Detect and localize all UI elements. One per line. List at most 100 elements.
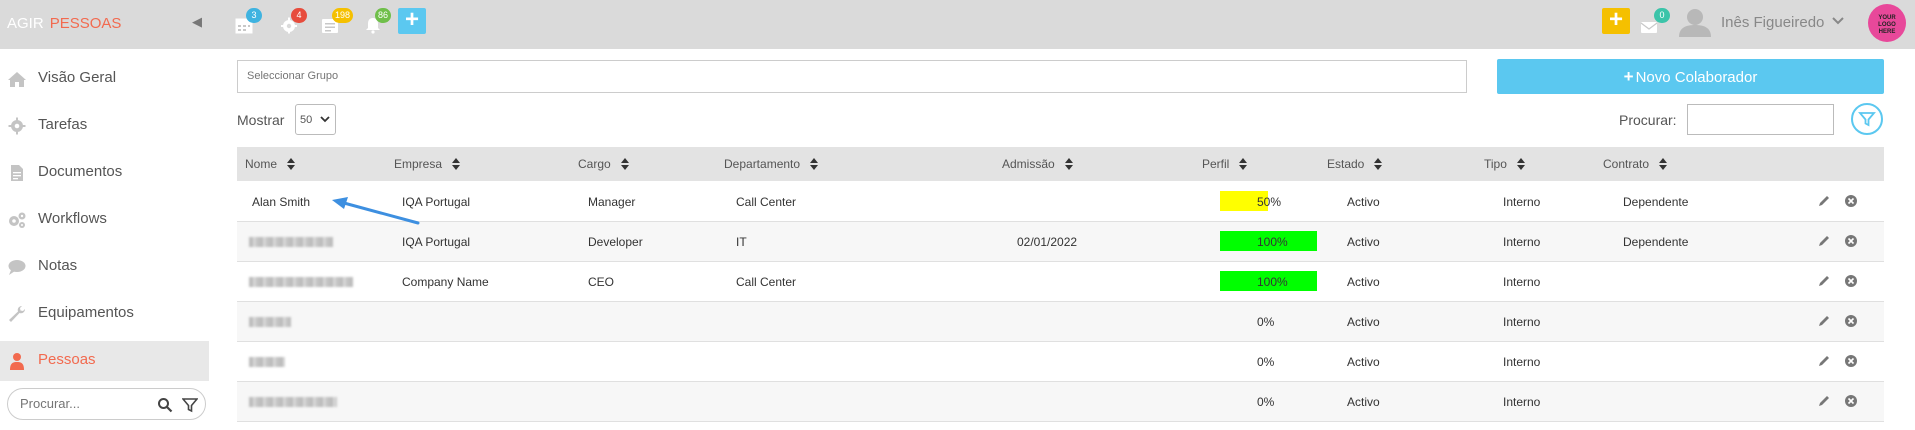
notifications-badge: 86 [375, 8, 392, 23]
sort-icon [1239, 158, 1248, 170]
col-header-cargo[interactable]: Cargo [578, 157, 629, 171]
delete-icon[interactable] [1844, 314, 1858, 328]
gear-icon [8, 117, 26, 135]
tasks-badge: 198 [332, 8, 354, 23]
table-row[interactable]: IQA Portugal Developer IT 02/01/2022 100… [237, 222, 1884, 262]
sidebar-item-equipamentos[interactable]: Equipamentos [0, 294, 209, 334]
filter-icon [1858, 112, 1876, 127]
group-select-input[interactable] [247, 70, 847, 82]
filter-button[interactable] [1851, 103, 1883, 135]
sort-icon [1064, 158, 1073, 170]
user-avatar-icon[interactable] [1677, 7, 1713, 37]
col-header-nome[interactable]: Nome [245, 157, 296, 171]
comment-icon [8, 260, 26, 275]
notifications-button[interactable]: 86 [361, 8, 392, 40]
logo-line-2: LOGO [1878, 22, 1896, 28]
new-employee-button[interactable]: + Novo Colaborador [1497, 59, 1884, 94]
col-header-admissao[interactable]: Admissão [1002, 157, 1073, 171]
cell-tipo: Interno [1503, 235, 1541, 249]
cell-perfil: 0% [1257, 315, 1275, 329]
edit-icon[interactable] [1817, 274, 1831, 288]
edit-icon[interactable] [1817, 394, 1831, 408]
top-bar: AGIR PESSOAS ◀ 3 4 198 86 + + 0 Inês Figu… [0, 0, 1915, 49]
col-header-label: Tipo [1484, 157, 1507, 171]
sidebar-item-tarefas[interactable]: Tarefas [0, 106, 209, 146]
col-header-estado[interactable]: Estado [1327, 157, 1383, 171]
logo-line-3: HERE [1878, 29, 1896, 35]
edit-icon[interactable] [1817, 234, 1831, 248]
col-header-label: Empresa [394, 157, 443, 171]
group-select[interactable] [237, 60, 1467, 93]
redacted-name[interactable] [249, 237, 333, 247]
col-header-label: Cargo [578, 157, 611, 171]
sidebar-item-notas[interactable]: Notas [0, 247, 209, 287]
cell-estado: Activo [1347, 355, 1380, 369]
table-row[interactable]: Company Name CEO Call Center 100% Activo… [237, 262, 1884, 302]
search-icon[interactable] [157, 397, 173, 413]
edit-icon[interactable] [1817, 354, 1831, 368]
cell-perfil: 100% [1257, 235, 1288, 249]
redacted-name[interactable] [249, 357, 285, 367]
col-header-perfil[interactable]: Perfil [1202, 157, 1248, 171]
col-header-tipo[interactable]: Tipo [1484, 157, 1525, 171]
edit-icon[interactable] [1817, 314, 1831, 328]
user-menu[interactable]: Inês Figueiredo [1721, 14, 1844, 31]
sidebar-item-label: Pessoas [38, 351, 96, 368]
sidebar-item-label: Workflows [38, 210, 107, 227]
redacted-name[interactable] [249, 317, 291, 327]
cell-tipo: Interno [1503, 315, 1541, 329]
add-button[interactable]: + [398, 8, 426, 34]
sidebar-item-workflows[interactable]: Workflows [0, 200, 209, 240]
table-row[interactable]: 0% Activo Interno [237, 342, 1884, 382]
sidebar-item-documentos[interactable]: Documentos [0, 153, 209, 193]
cell-contrato: Dependente [1623, 195, 1689, 209]
sidebar-item-label: Tarefas [38, 116, 88, 133]
table-header: Nome Empresa Cargo Departamento Admissão… [237, 147, 1884, 181]
cell-tipo: Interno [1503, 355, 1541, 369]
cell-departamento: Call Center [736, 275, 797, 289]
brand-pessoas: PESSOAS [49, 15, 122, 32]
table-row[interactable]: 0% Activo Interno [237, 382, 1884, 422]
page-size-select[interactable]: 50 [295, 104, 336, 135]
redacted-name[interactable] [249, 277, 353, 287]
filter-icon[interactable] [182, 397, 198, 413]
sidebar-item-visao-geral[interactable]: Visão Geral [0, 59, 209, 99]
logo-line-1: YOUR [1878, 15, 1896, 21]
delete-icon[interactable] [1844, 274, 1858, 288]
cell-departamento: Call Center [736, 195, 797, 209]
home-icon [8, 72, 26, 87]
col-header-empresa[interactable]: Empresa [394, 157, 461, 171]
sort-icon [1659, 158, 1668, 170]
brand[interactable]: AGIR PESSOAS [7, 15, 121, 32]
sidebar: Visão Geral Tarefas Documentos Workflows… [0, 49, 209, 430]
table-search-input[interactable] [1687, 104, 1834, 135]
delete-icon[interactable] [1844, 394, 1858, 408]
table-row[interactable]: Alan Smith IQA Portugal Manager Call Cen… [237, 182, 1884, 222]
calendar-button[interactable]: 3 [232, 8, 262, 40]
col-header-contrato[interactable]: Contrato [1603, 157, 1668, 171]
sidebar-item-label: Notas [38, 257, 78, 274]
tasks-button[interactable]: 198 [318, 8, 354, 40]
delete-icon[interactable] [1844, 354, 1858, 368]
sidebar-search-input[interactable] [20, 396, 150, 411]
cell-estado: Activo [1347, 315, 1380, 329]
cell-tipo: Interno [1503, 395, 1541, 409]
sort-icon [620, 158, 629, 170]
delete-icon[interactable] [1844, 234, 1858, 248]
edit-icon[interactable] [1817, 194, 1831, 208]
chevron-down-icon [1831, 17, 1844, 25]
gears-icon [9, 212, 26, 228]
quick-add-button[interactable]: + [1602, 8, 1630, 34]
messages-button[interactable]: 0 [1638, 8, 1670, 40]
delete-icon[interactable] [1844, 194, 1858, 208]
cell-nome[interactable]: Alan Smith [252, 195, 310, 209]
col-header-label: Estado [1327, 157, 1365, 171]
table-row[interactable]: 0% Activo Interno [237, 302, 1884, 342]
col-header-departamento[interactable]: Departamento [724, 157, 819, 171]
redacted-name[interactable] [249, 397, 337, 407]
chevron-down-icon [320, 116, 330, 123]
settings-button[interactable]: 4 [277, 8, 307, 40]
collapse-sidebar-icon[interactable]: ◀ [192, 14, 202, 30]
settings-badge: 4 [291, 8, 307, 23]
sidebar-item-pessoas[interactable]: Pessoas [0, 341, 209, 381]
